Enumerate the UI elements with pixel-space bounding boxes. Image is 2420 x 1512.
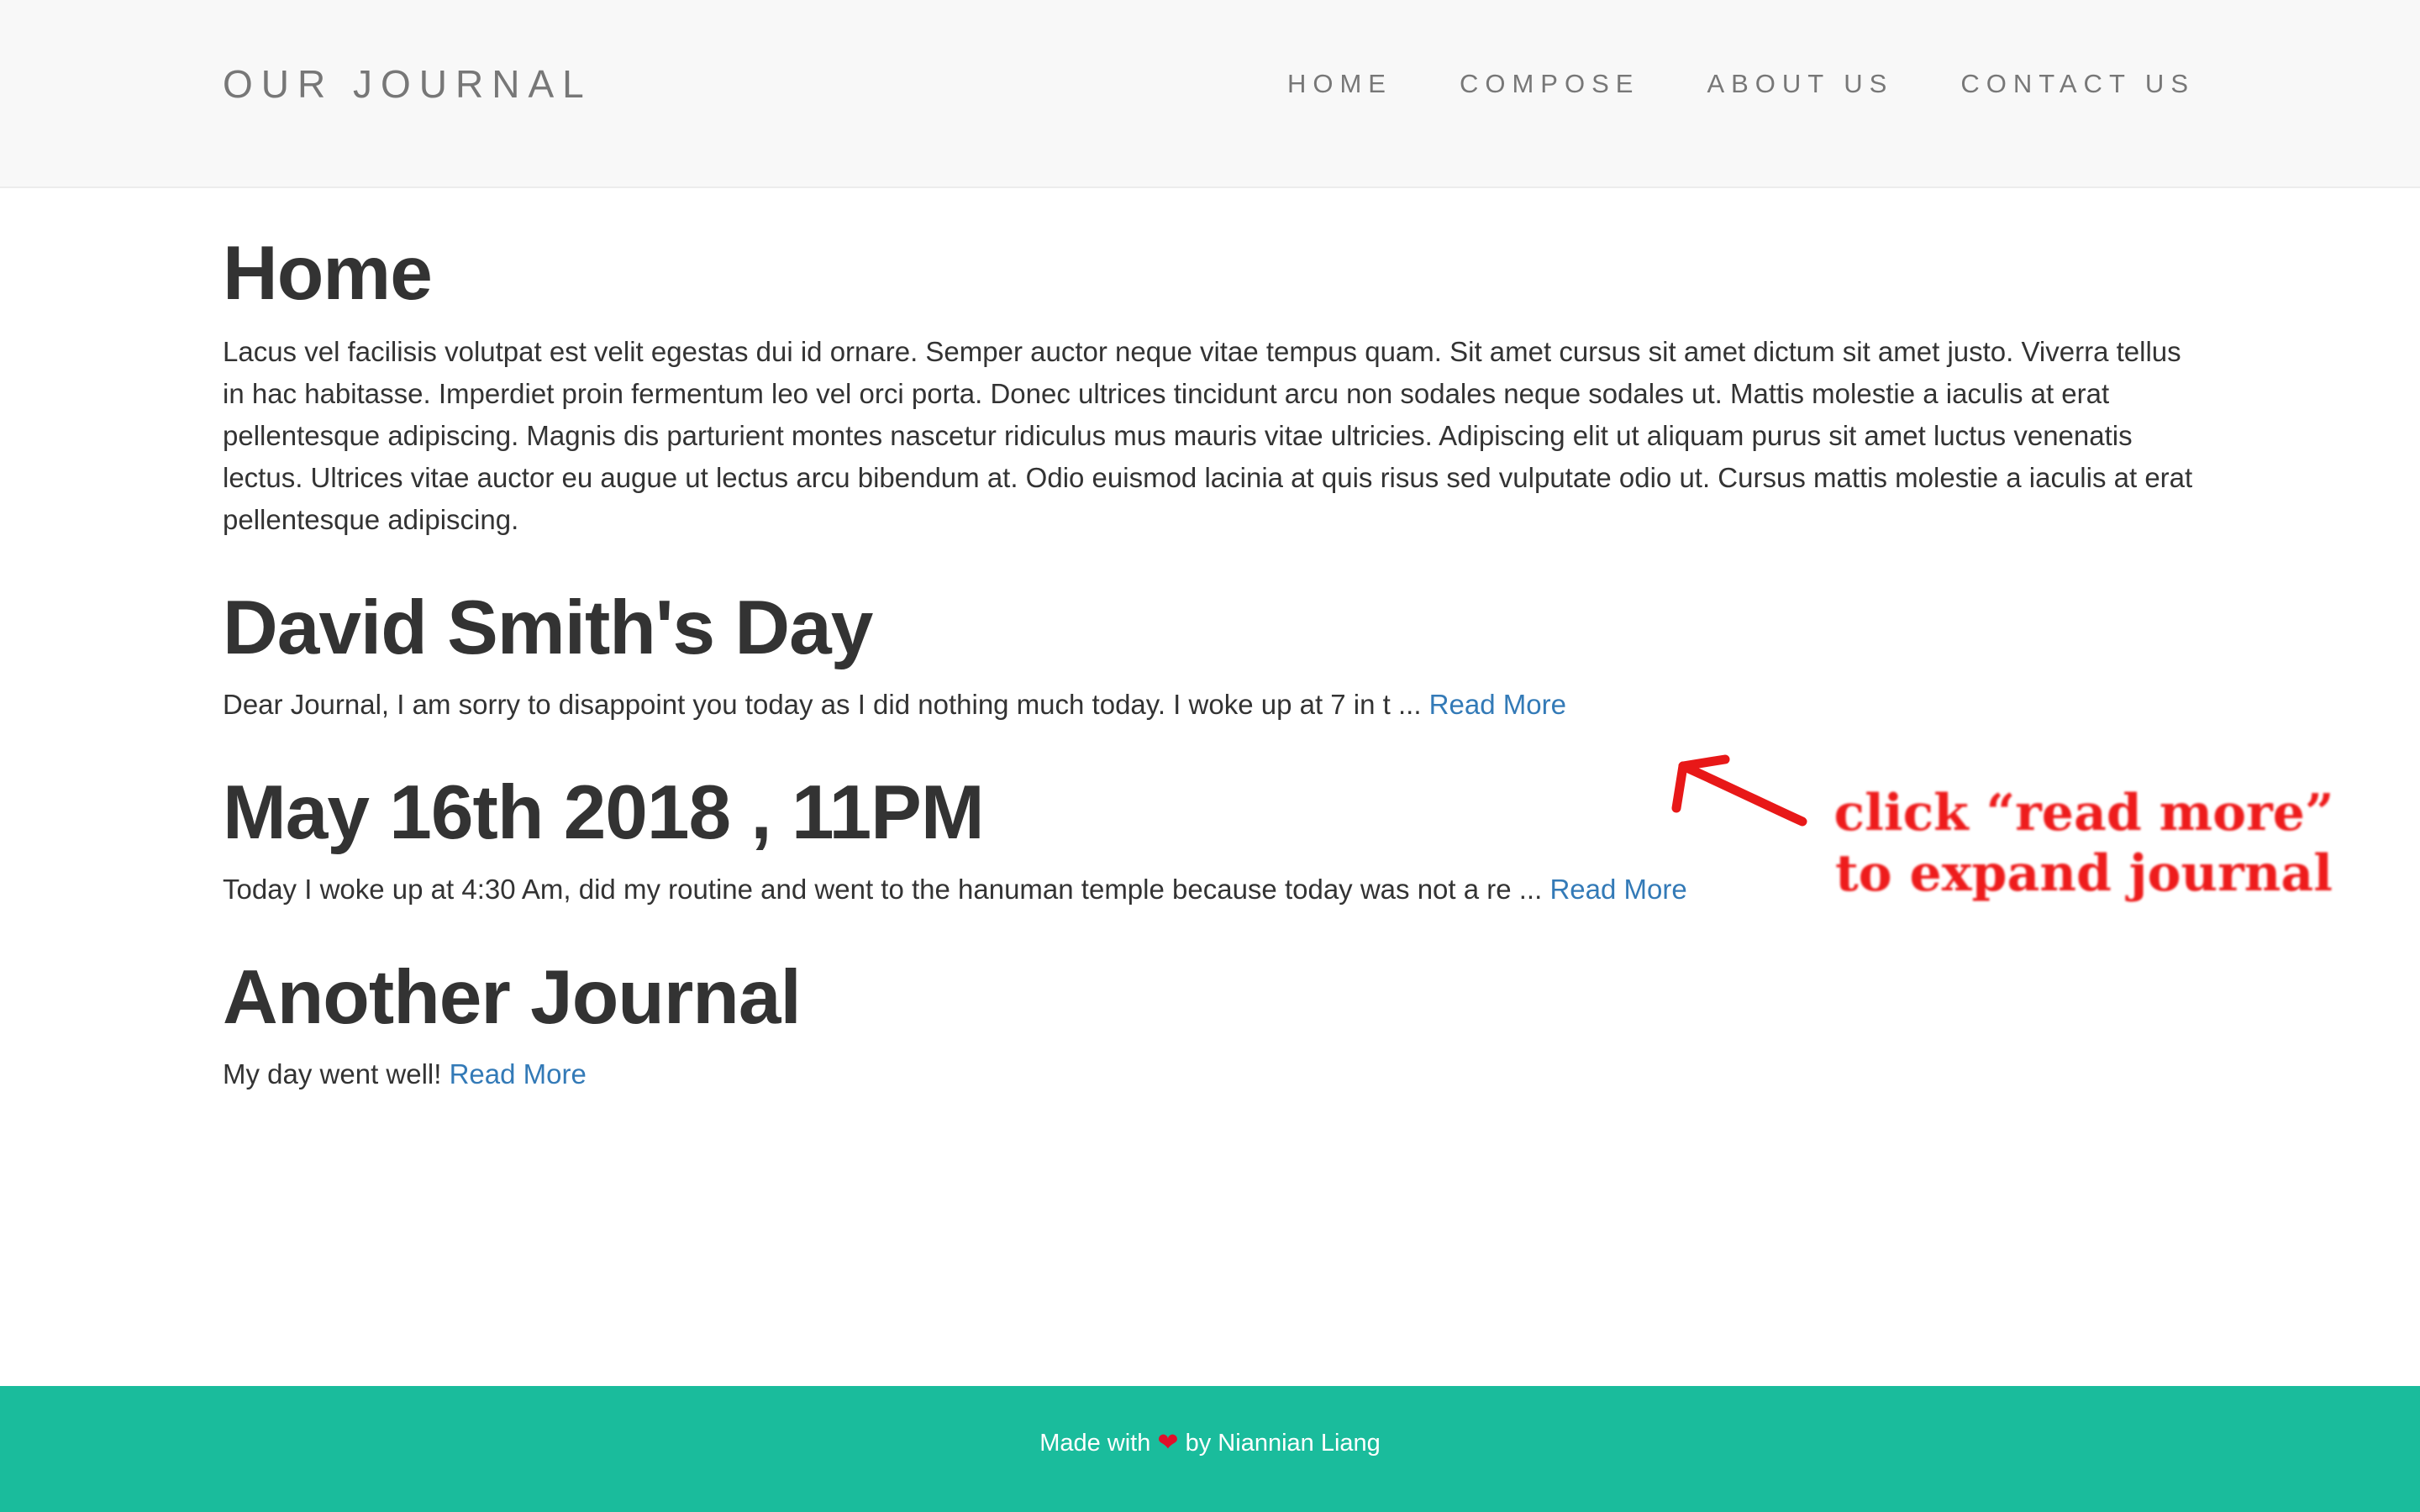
post-title: Another Journal [223,955,802,1040]
footer: Made with ❤ by Niannian Liang [0,1386,2420,1512]
nav-compose-link[interactable]: COMPOSE [1460,66,1639,102]
post-excerpt: Dear Journal, I am sorry to disappoint y… [223,684,2197,726]
read-more-link[interactable]: Read More [1549,874,1686,905]
nav-contact-link[interactable]: CONTACT US [1960,66,2195,102]
footer-credit: Made with ❤ by Niannian Liang [0,1428,2420,1458]
brand-link[interactable]: OUR JOURNAL [223,60,592,108]
post-excerpt: My day went well! Read More [223,1053,2197,1095]
post-excerpt-text: Dear Journal, I am sorry to disappoint y… [223,689,1429,720]
footer-author: by Niannian Liang [1178,1430,1381,1457]
journal-post: David Smith's Day Dear Journal, I am sor… [223,581,2197,726]
main-content: Home Lacus vel facilisis volutpat est ve… [223,227,2197,1095]
navbar: OUR JOURNAL HOME COMPOSE ABOUT US CONTAC… [0,0,2420,188]
read-more-link[interactable]: Read More [450,1058,587,1089]
main-nav: HOME COMPOSE ABOUT US CONTACT US [1220,66,2195,102]
nav-about-link[interactable]: ABOUT US [1707,66,1893,102]
heart-icon: ❤ [1157,1429,1179,1457]
footer-prefix: Made with [1039,1430,1158,1457]
post-title: David Smith's Day [223,585,873,670]
nav-home-link[interactable]: HOME [1287,66,1392,102]
post-excerpt-text: My day went well! [223,1058,450,1089]
annotation-note: click “read more” to expand journal [1815,783,2353,904]
journal-post: Another Journal My day went well! Read M… [223,951,2197,1095]
page-title: Home [223,231,433,316]
annotation-line-2: to expand journal [1834,844,2333,903]
read-more-link[interactable]: Read More [1429,689,1566,720]
home-intro-text: Lacus vel facilisis volutpat est velit e… [223,336,2193,535]
annotation-line-1: click “read more” [1833,784,2334,843]
post-excerpt-text: Today I woke up at 4:30 Am, did my routi… [223,874,1550,905]
annotation-arrow-icon [1671,754,1807,827]
page: OUR JOURNAL HOME COMPOSE ABOUT US CONTAC… [0,0,2420,1512]
